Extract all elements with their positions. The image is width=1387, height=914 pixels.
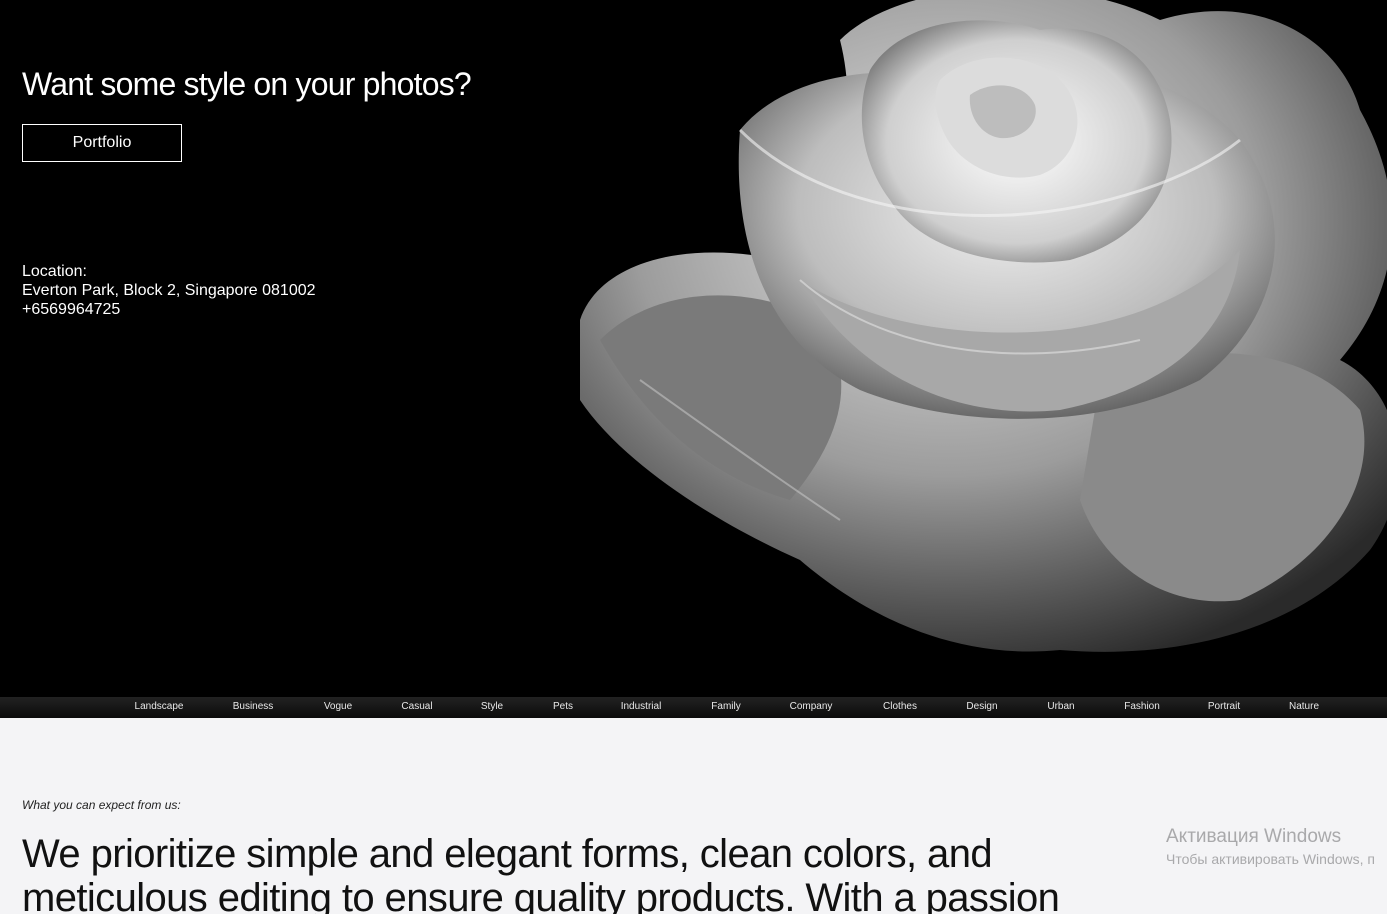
rose-photo	[580, 0, 1387, 652]
phone-number[interactable]: +6569964725	[22, 300, 316, 319]
category-link[interactable]: Business	[233, 701, 274, 712]
about-tagline: What you can expect from us:	[22, 798, 181, 812]
about-statement: We prioritize simple and elegant forms, …	[22, 832, 1060, 914]
category-link[interactable]: Portrait	[1208, 701, 1240, 712]
category-link[interactable]: Clothes	[883, 701, 917, 712]
category-link[interactable]: Industrial	[621, 701, 662, 712]
category-link[interactable]: Landscape	[135, 701, 184, 712]
address-text: Everton Park, Block 2, Singapore 081002	[22, 282, 316, 299]
category-link[interactable]: Design	[966, 701, 997, 712]
windows-activation-watermark: Активация Windows Чтобы активировать Win…	[1166, 826, 1375, 867]
portfolio-button[interactable]: Portfolio	[22, 124, 182, 162]
category-link[interactable]: Nature	[1289, 701, 1319, 712]
contact-block: Location: Everton Park, Block 2, Singapo…	[22, 262, 316, 319]
category-link[interactable]: Style	[481, 701, 503, 712]
activation-subtitle: Чтобы активировать Windows, п	[1166, 851, 1375, 867]
category-nav: Landscape Business Vogue Casual Style Pe…	[0, 697, 1387, 718]
category-link[interactable]: Company	[790, 701, 833, 712]
category-link[interactable]: Urban	[1047, 701, 1074, 712]
activation-title: Активация Windows	[1166, 826, 1342, 847]
hero-section: Want some style on your photos? Portfoli…	[0, 0, 1387, 697]
category-link[interactable]: Vogue	[324, 701, 352, 712]
category-link[interactable]: Casual	[401, 701, 432, 712]
location-label: Location:	[22, 263, 87, 280]
category-link[interactable]: Family	[711, 701, 740, 712]
hero-title: Want some style on your photos?	[22, 66, 472, 102]
category-link[interactable]: Pets	[553, 701, 573, 712]
category-link[interactable]: Fashion	[1124, 701, 1160, 712]
